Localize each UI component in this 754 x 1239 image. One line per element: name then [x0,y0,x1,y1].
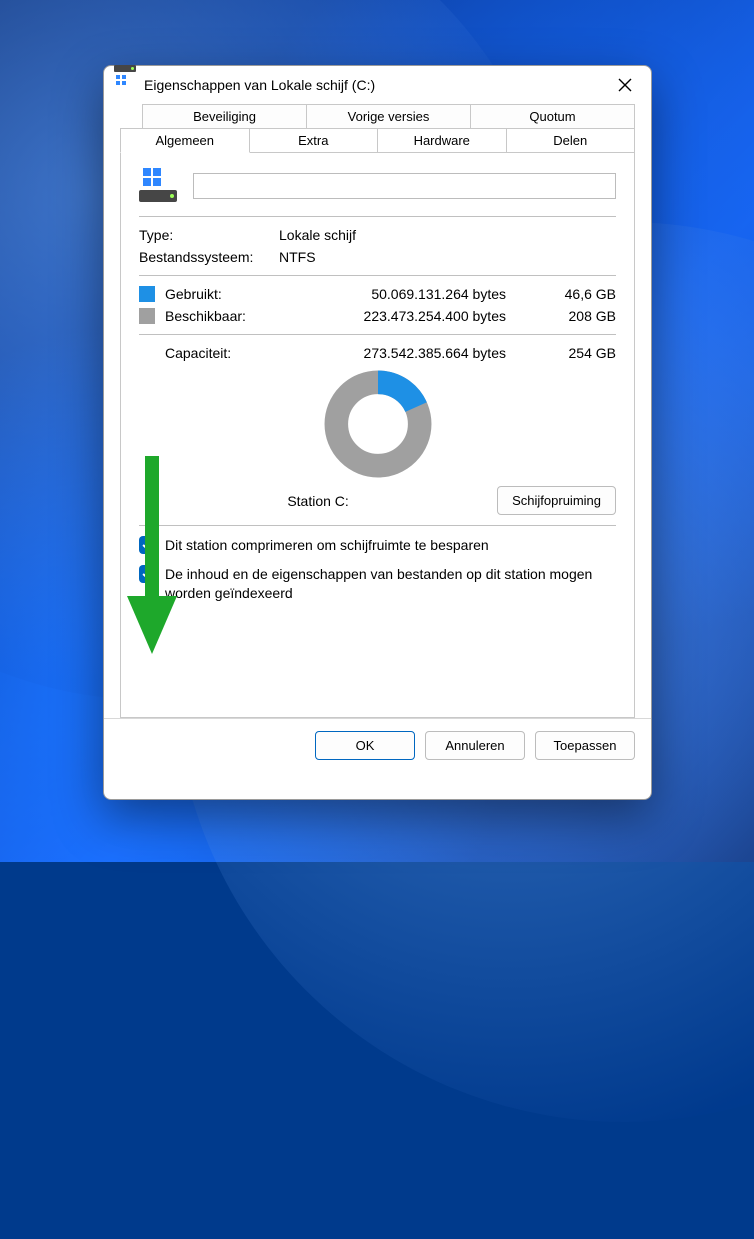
used-label: Gebruikt: [165,286,265,302]
close-button[interactable] [611,71,639,99]
titlebar: Eigenschappen van Lokale schijf (C:) [104,66,651,104]
disk-cleanup-button[interactable]: Schijfopruiming [497,486,616,515]
free-swatch-icon [139,308,155,324]
type-label: Type: [139,227,279,243]
filesystem-label: Bestandssysteem: [139,249,279,265]
divider [139,525,616,526]
divider [139,275,616,276]
tab-previous[interactable]: Vorige versies [307,104,471,129]
filesystem-value: NTFS [279,249,316,265]
index-checkbox-label: De inhoud en de eigenschappen van bestan… [165,565,616,603]
drive-label-input[interactable] [193,173,616,199]
cancel-button[interactable]: Annuleren [425,731,525,760]
window-icon [114,74,136,96]
free-bytes: 223.473.254.400 bytes [275,308,536,324]
divider [139,216,616,217]
free-label: Beschikbaar: [165,308,265,324]
ok-button[interactable]: OK [315,731,415,760]
properties-dialog: Eigenschappen van Lokale schijf (C:) Bev… [103,65,652,800]
usage-pie-chart [323,369,433,479]
tab-tools[interactable]: Extra [250,128,379,153]
capacity-human: 254 GB [546,345,616,361]
tab-general[interactable]: Algemeen [120,128,250,153]
used-swatch-icon [139,286,155,302]
tab-row-back: Beveiliging Vorige versies Quotum [142,104,635,129]
index-checkbox[interactable] [139,565,157,583]
tab-panel-general: Type: Lokale schijf Bestandssysteem: NTF… [120,152,635,718]
capacity-bytes: 273.542.385.664 bytes [275,345,536,361]
divider [139,334,616,335]
compress-checkbox[interactable] [139,536,157,554]
tab-sharing[interactable]: Delen [507,128,636,153]
used-bytes: 50.069.131.264 bytes [275,286,536,302]
type-value: Lokale schijf [279,227,356,243]
tab-quota[interactable]: Quotum [471,104,635,129]
tabs-area: Beveiliging Vorige versies Quotum Algeme… [104,104,651,718]
station-label: Station C: [139,493,497,509]
tab-hardware[interactable]: Hardware [378,128,507,153]
close-icon [618,78,632,92]
apply-button[interactable]: Toepassen [535,731,635,760]
dialog-button-bar: OK Annuleren Toepassen [104,718,651,772]
window-title: Eigenschappen van Lokale schijf (C:) [144,77,375,93]
capacity-label: Capaciteit: [165,345,265,361]
tab-security[interactable]: Beveiliging [142,104,307,129]
tab-row-front: Algemeen Extra Hardware Delen [120,128,635,153]
free-human: 208 GB [546,308,616,324]
used-human: 46,6 GB [546,286,616,302]
compress-checkbox-label: Dit station comprimeren om schijfruimte … [165,536,489,555]
drive-icon-large [139,166,179,206]
